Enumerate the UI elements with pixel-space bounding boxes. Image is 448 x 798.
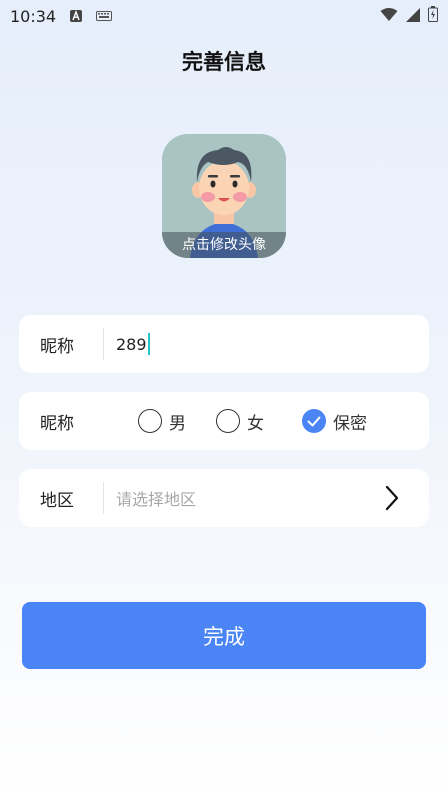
keyboard-icon — [96, 11, 113, 21]
gender-option-female[interactable]: 女 — [216, 409, 264, 434]
nickname-row: 昵称 289 — [19, 315, 429, 373]
gender-option-label: 男 — [169, 413, 186, 434]
text-caret — [147, 333, 150, 355]
nickname-value: 289 — [116, 334, 147, 354]
wifi-icon — [380, 7, 398, 26]
gender-option-label: 保密 — [333, 413, 367, 434]
status-bar: 10:34 — [0, 0, 448, 32]
status-right-icons — [380, 6, 438, 26]
battery-icon — [428, 6, 438, 26]
gender-label: 昵称 — [40, 413, 74, 434]
change-avatar-label[interactable]: 点击修改头像 — [162, 232, 286, 258]
radio-checked-icon[interactable] — [302, 409, 326, 433]
gender-row: 昵称 男 女 保密 — [19, 392, 429, 450]
gender-option-label: 女 — [247, 413, 264, 434]
signal-icon — [406, 7, 420, 26]
page-title: 完善信息 — [182, 50, 266, 74]
chevron-right-icon[interactable] — [385, 485, 399, 511]
gender-option-male[interactable]: 男 — [138, 409, 186, 434]
region-label: 地区 — [40, 490, 74, 511]
nickname-input[interactable]: 289 — [116, 333, 150, 355]
avatar[interactable]: 点击修改头像 — [162, 134, 286, 258]
gender-option-secret[interactable]: 保密 — [302, 409, 367, 434]
nickname-divider — [103, 328, 104, 360]
region-placeholder: 请选择地区 — [116, 490, 197, 509]
region-row[interactable]: 地区 请选择地区 — [19, 469, 429, 527]
radio-unchecked-icon[interactable] — [138, 409, 162, 433]
status-time: 10:34 — [10, 6, 57, 26]
radio-unchecked-icon[interactable] — [216, 409, 240, 433]
submit-button[interactable]: 完成 — [22, 602, 426, 669]
gender-radio-group: 男 女 保密 — [138, 409, 397, 434]
a-notification-icon — [70, 10, 83, 22]
region-divider — [103, 482, 104, 514]
nickname-label: 昵称 — [40, 336, 74, 357]
